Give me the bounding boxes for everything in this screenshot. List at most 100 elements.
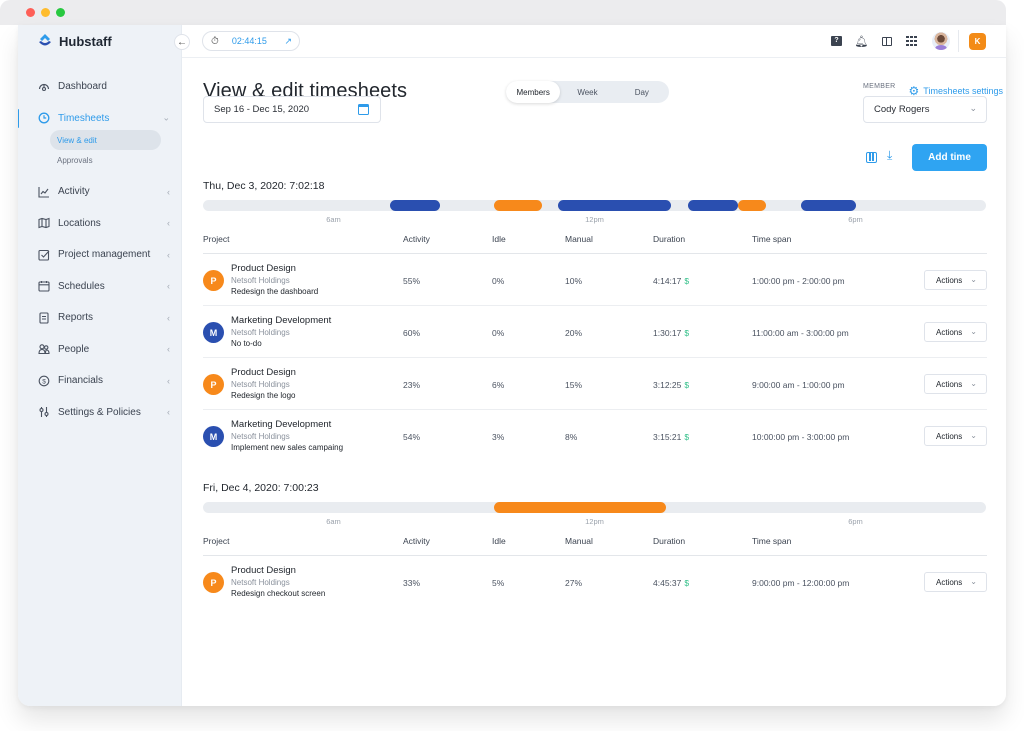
member-select[interactable]: Cody Rogers ⌄ [863, 96, 987, 123]
timeline-segment-tracked[interactable] [557, 200, 671, 211]
collapse-sidebar-button[interactable]: ← [174, 34, 190, 50]
organization-badge[interactable]: K [969, 32, 986, 50]
chevron-down-icon: ⌄ [970, 275, 977, 284]
timer-widget[interactable]: ⏱ 02:44:15 ↗ [202, 31, 300, 51]
chevron-left-icon[interactable]: ‹ [167, 407, 170, 417]
chevron-down-icon: ⌄ [970, 327, 977, 336]
manual-value: 15% [565, 380, 583, 390]
sidebar-item-label: Locations [58, 217, 101, 229]
hubstaff-logo-icon [39, 34, 51, 46]
sidebar-item-settings-policies[interactable]: Settings & Policies ‹ [18, 397, 182, 429]
checkbox-icon [38, 249, 50, 261]
table-row: P Product Design Netsoft Holdings Redesign … [203, 254, 987, 306]
cell-manual: 20% [565, 328, 582, 338]
actions-label: Actions [936, 431, 963, 441]
sidebar-item-timesheets[interactable]: Timesheets ⌄ [18, 103, 182, 135]
apps-grid-icon[interactable] [899, 30, 924, 52]
actions-dropdown[interactable]: Actions ⌄ [924, 572, 987, 592]
chevron-down-icon[interactable]: ⌄ [162, 113, 170, 124]
table-header: Project Activity Idle Manual Duration Time sp… [203, 536, 987, 556]
chevron-left-icon[interactable]: ‹ [167, 376, 170, 386]
project-name: Marketing Development [231, 315, 332, 326]
sidebar-item-locations[interactable]: Locations ‹ [18, 208, 182, 240]
add-time-button[interactable]: Add time [912, 144, 987, 171]
sidebar-subitem-approvals[interactable]: Approvals [50, 150, 161, 170]
topbar-actions: ? 🔔︎ K [824, 30, 986, 52]
timeline-segment-manual[interactable] [494, 502, 667, 513]
sidebar-nav: Dashboard Timesheets ⌄ View & edit Approvals… [18, 71, 182, 428]
columns-icon[interactable] [866, 152, 877, 163]
timeline-segment-manual[interactable] [738, 200, 767, 211]
cell-manual: 8% [565, 432, 577, 442]
todo-name: No to-do [231, 339, 262, 348]
idle-value: 3% [492, 432, 505, 442]
chevron-left-icon[interactable]: ‹ [167, 281, 170, 291]
cell-duration: 4:45:37 $ [653, 578, 689, 588]
date-range-picker[interactable]: Sep 16 - Dec 15, 2020 [203, 96, 381, 123]
svg-text:$: $ [42, 378, 46, 385]
window-minimize-button[interactable] [41, 8, 50, 17]
column-header-project: Project [203, 234, 230, 244]
cell-timespan: 9:00:00 am - 1:00:00 pm [752, 380, 845, 390]
timer-value: 02:44:15 [231, 36, 267, 46]
cell-duration: 1:30:17 $ [653, 328, 689, 338]
project-name: Marketing Development [231, 419, 332, 430]
billable-dollar-icon: $ [684, 432, 690, 442]
actions-dropdown[interactable]: Actions ⌄ [924, 426, 987, 446]
chevron-left-icon[interactable]: ‹ [167, 344, 170, 354]
actions-dropdown[interactable]: Actions ⌄ [924, 270, 987, 290]
sidebar-item-activity[interactable]: Activity ‹ [18, 176, 182, 208]
project-avatar: P [203, 270, 224, 291]
cell-activity: 54% [403, 432, 420, 442]
hubstaff-logo[interactable]: Hubstaff [37, 33, 112, 49]
tab-day[interactable]: Day [615, 81, 669, 103]
todo-name: Redesign the dashboard [231, 287, 319, 296]
timeline-segment-tracked[interactable] [390, 200, 441, 211]
arrow-left-icon: ← [177, 36, 187, 48]
timeline-segment-tracked[interactable] [688, 200, 739, 211]
project-avatar: M [203, 426, 224, 447]
column-header-idle: Idle [492, 234, 506, 244]
actions-dropdown[interactable]: Actions ⌄ [924, 322, 987, 342]
user-avatar[interactable] [932, 32, 950, 50]
sidebar-item-reports[interactable]: Reports ‹ [18, 302, 182, 334]
duration-value: 1:30:17 [653, 328, 682, 338]
sidebar-item-label: Schedules [58, 280, 105, 292]
duration-value: 4:45:37 [653, 578, 682, 588]
tab-week[interactable]: Week [560, 81, 614, 103]
tab-members[interactable]: Members [506, 81, 561, 103]
column-header-duration: Duration [653, 234, 686, 244]
chevron-left-icon[interactable]: ‹ [167, 218, 170, 228]
timesheet-day: Thu, Dec 3, 2020: 7:02:18 6am 12pm 6pm Proje… [203, 180, 987, 452]
timeline-segment-tracked[interactable] [801, 200, 856, 211]
actions-dropdown[interactable]: Actions ⌄ [924, 374, 987, 394]
window-close-button[interactable] [26, 8, 35, 17]
chevron-left-icon[interactable]: ‹ [167, 250, 170, 260]
project-name: Product Design [231, 367, 296, 378]
sidebar-item-financials[interactable]: $ Financials ‹ [18, 365, 182, 397]
help-icon[interactable]: ? [824, 30, 849, 52]
sidebar-subnav: View & edit Approvals [18, 130, 182, 170]
topbar-divider [958, 30, 959, 52]
project-name: Product Design [231, 263, 296, 274]
sidebar-item-project-management[interactable]: Project management ‹ [18, 239, 182, 271]
gift-icon[interactable] [874, 30, 899, 52]
chevron-left-icon[interactable]: ‹ [167, 187, 170, 197]
sidebar-item-schedules[interactable]: Schedules ‹ [18, 271, 182, 303]
day-timeline [203, 502, 986, 513]
cell-manual: 15% [565, 380, 582, 390]
cell-timespan: 9:00:00 pm - 12:00:00 pm [752, 578, 849, 588]
cell-idle: 6% [492, 380, 504, 390]
project-avatar: P [203, 374, 224, 395]
chevron-left-icon[interactable]: ‹ [167, 313, 170, 323]
column-header-manual: Manual [565, 536, 593, 546]
download-icon[interactable]: ⤓ [887, 148, 892, 163]
open-external-icon[interactable]: ↗ [284, 36, 292, 47]
window-maximize-button[interactable] [56, 8, 65, 17]
cell-activity: 33% [403, 578, 420, 588]
bell-icon[interactable]: 🔔︎ [849, 30, 874, 52]
timeline-segment-manual[interactable] [494, 200, 543, 211]
sidebar-item-people[interactable]: People ‹ [18, 334, 182, 366]
sidebar-item-dashboard[interactable]: Dashboard [18, 71, 182, 103]
timeline-tick-label: 12pm [585, 517, 604, 526]
